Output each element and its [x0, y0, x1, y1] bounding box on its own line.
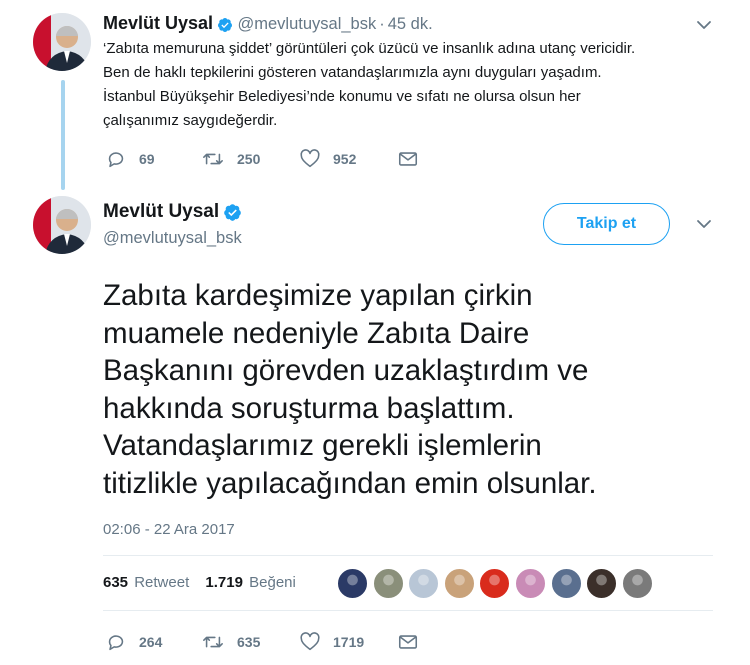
liker-avatar[interactable]: [337, 568, 368, 599]
divider: [103, 610, 713, 611]
tweet1-header: Mevlüt Uysal @mevlutuysal_bsk · 45 dk.: [103, 13, 433, 35]
liker-avatar[interactable]: [479, 568, 511, 599]
liker-avatar[interactable]: [550, 568, 582, 599]
tweet2-reply-button[interactable]: 264: [105, 631, 201, 653]
tweet1-handle[interactable]: @mevlutuysal_bsk: [238, 15, 377, 33]
tweet1-retweet-button[interactable]: 250: [201, 148, 299, 170]
tweet1-line: çalışanımız saygıdeğerdir.: [103, 112, 278, 129]
liker-avatar[interactable]: [586, 568, 618, 599]
heart-icon: [300, 632, 320, 651]
liker-avatar[interactable]: [621, 568, 653, 599]
tweet1-reply-count: 69: [139, 151, 155, 167]
tweet2-line: Zabıta kardeşimize yapılan çirkin: [103, 279, 533, 312]
tweet2-dm-button[interactable]: [397, 631, 419, 653]
tweet1-dm-button[interactable]: [397, 148, 419, 170]
tweet2-avatar[interactable]: [33, 196, 91, 254]
divider: [103, 555, 713, 556]
liker-avatar[interactable]: [514, 568, 546, 599]
tweet1-line: İstanbul Büyükşehir Belediyesi’nde konum…: [103, 88, 581, 105]
tweet2-line: titizlikle yapılacağından emin olsunlar.: [103, 466, 597, 500]
tweet2-like-button[interactable]: 1719: [299, 631, 397, 653]
tweet1-like-button[interactable]: 952: [299, 148, 397, 170]
tweet2-like-count: 1719: [333, 634, 365, 650]
envelope-icon: [398, 635, 418, 649]
tweet2-line: muamele nedeniyle Zabıta Daire: [103, 316, 530, 350]
tweet2-line: hakkında soruşturma başlattım.: [103, 391, 515, 425]
follow-button[interactable]: Takip et: [543, 203, 670, 245]
tweet2-retweet-count: 635: [237, 634, 261, 650]
chevron-down-icon[interactable]: [694, 15, 714, 35]
verified-badge-icon: [218, 17, 233, 32]
tweet2-handle[interactable]: @mevlutuysal_bsk: [103, 229, 242, 248]
tweet2-stats: 635 Retweet 1.719 Beğeni: [103, 574, 296, 591]
tweet1-retweet-count: 250: [237, 151, 261, 167]
tweet1-text: ‘Zabıta memuruna şiddet’ görüntüleri çok…: [103, 37, 718, 133]
tweet2-timestamp[interactable]: 02:06 - 22 Ara 2017: [103, 521, 235, 538]
liker-avatar[interactable]: [372, 568, 404, 599]
thread-connector: [61, 80, 65, 190]
tweet2-line: Vatandaşlarımız gerekli işlemlerin: [103, 429, 542, 462]
tweet1-author-name[interactable]: Mevlüt Uysal: [103, 13, 213, 33]
retweet-stat-count: 635: [103, 574, 129, 591]
tweet1-avatar[interactable]: [33, 13, 91, 71]
tweet2-author-name[interactable]: Mevlüt Uysal: [103, 201, 219, 222]
like-stat[interactable]: 1.719 Beğeni: [205, 574, 295, 591]
reply-icon: [108, 635, 124, 651]
tweet1-line: Ben de haklı tepkilerini gösteren vatand…: [103, 64, 602, 81]
retweet-icon: [203, 636, 223, 648]
tweet2-actions: 264 635 1719: [105, 631, 419, 653]
tweet1-time[interactable]: 45 dk.: [388, 15, 433, 33]
chevron-down-icon[interactable]: [694, 214, 714, 234]
retweet-icon: [203, 153, 223, 165]
tweet1-separator: ·: [379, 15, 385, 33]
envelope-icon: [398, 152, 418, 166]
liker-avatar[interactable]: [443, 568, 475, 599]
like-stat-count: 1.719: [205, 574, 243, 591]
heart-icon: [300, 149, 320, 168]
tweet2-reply-count: 264: [139, 634, 163, 650]
tweet2-line: Başkanını görevden uzaklaştırdım ve: [103, 354, 589, 387]
like-stat-label: Beğeni: [249, 574, 296, 591]
tweet1-reply-button[interactable]: 69: [105, 148, 201, 170]
liker-avatar[interactable]: [408, 568, 440, 599]
tweet1-line: ‘Zabıta memuruna şiddet’ görüntüleri çok…: [103, 40, 636, 57]
tweet2-retweet-button[interactable]: 635: [201, 631, 299, 653]
retweet-stat[interactable]: 635 Retweet: [103, 574, 189, 591]
retweet-stat-label: Retweet: [134, 574, 190, 591]
tweet2-text: Zabıta kardeşimize yapılan çirkin muamel…: [103, 277, 723, 502]
verified-badge-icon: [224, 204, 241, 222]
tweet1-like-count: 952: [333, 151, 357, 167]
tweet2-author: Mevlüt Uysal: [103, 200, 242, 225]
reply-icon: [108, 152, 124, 168]
tweet1-actions: 69 250 952: [105, 148, 419, 170]
likers-avatars: [337, 568, 657, 599]
